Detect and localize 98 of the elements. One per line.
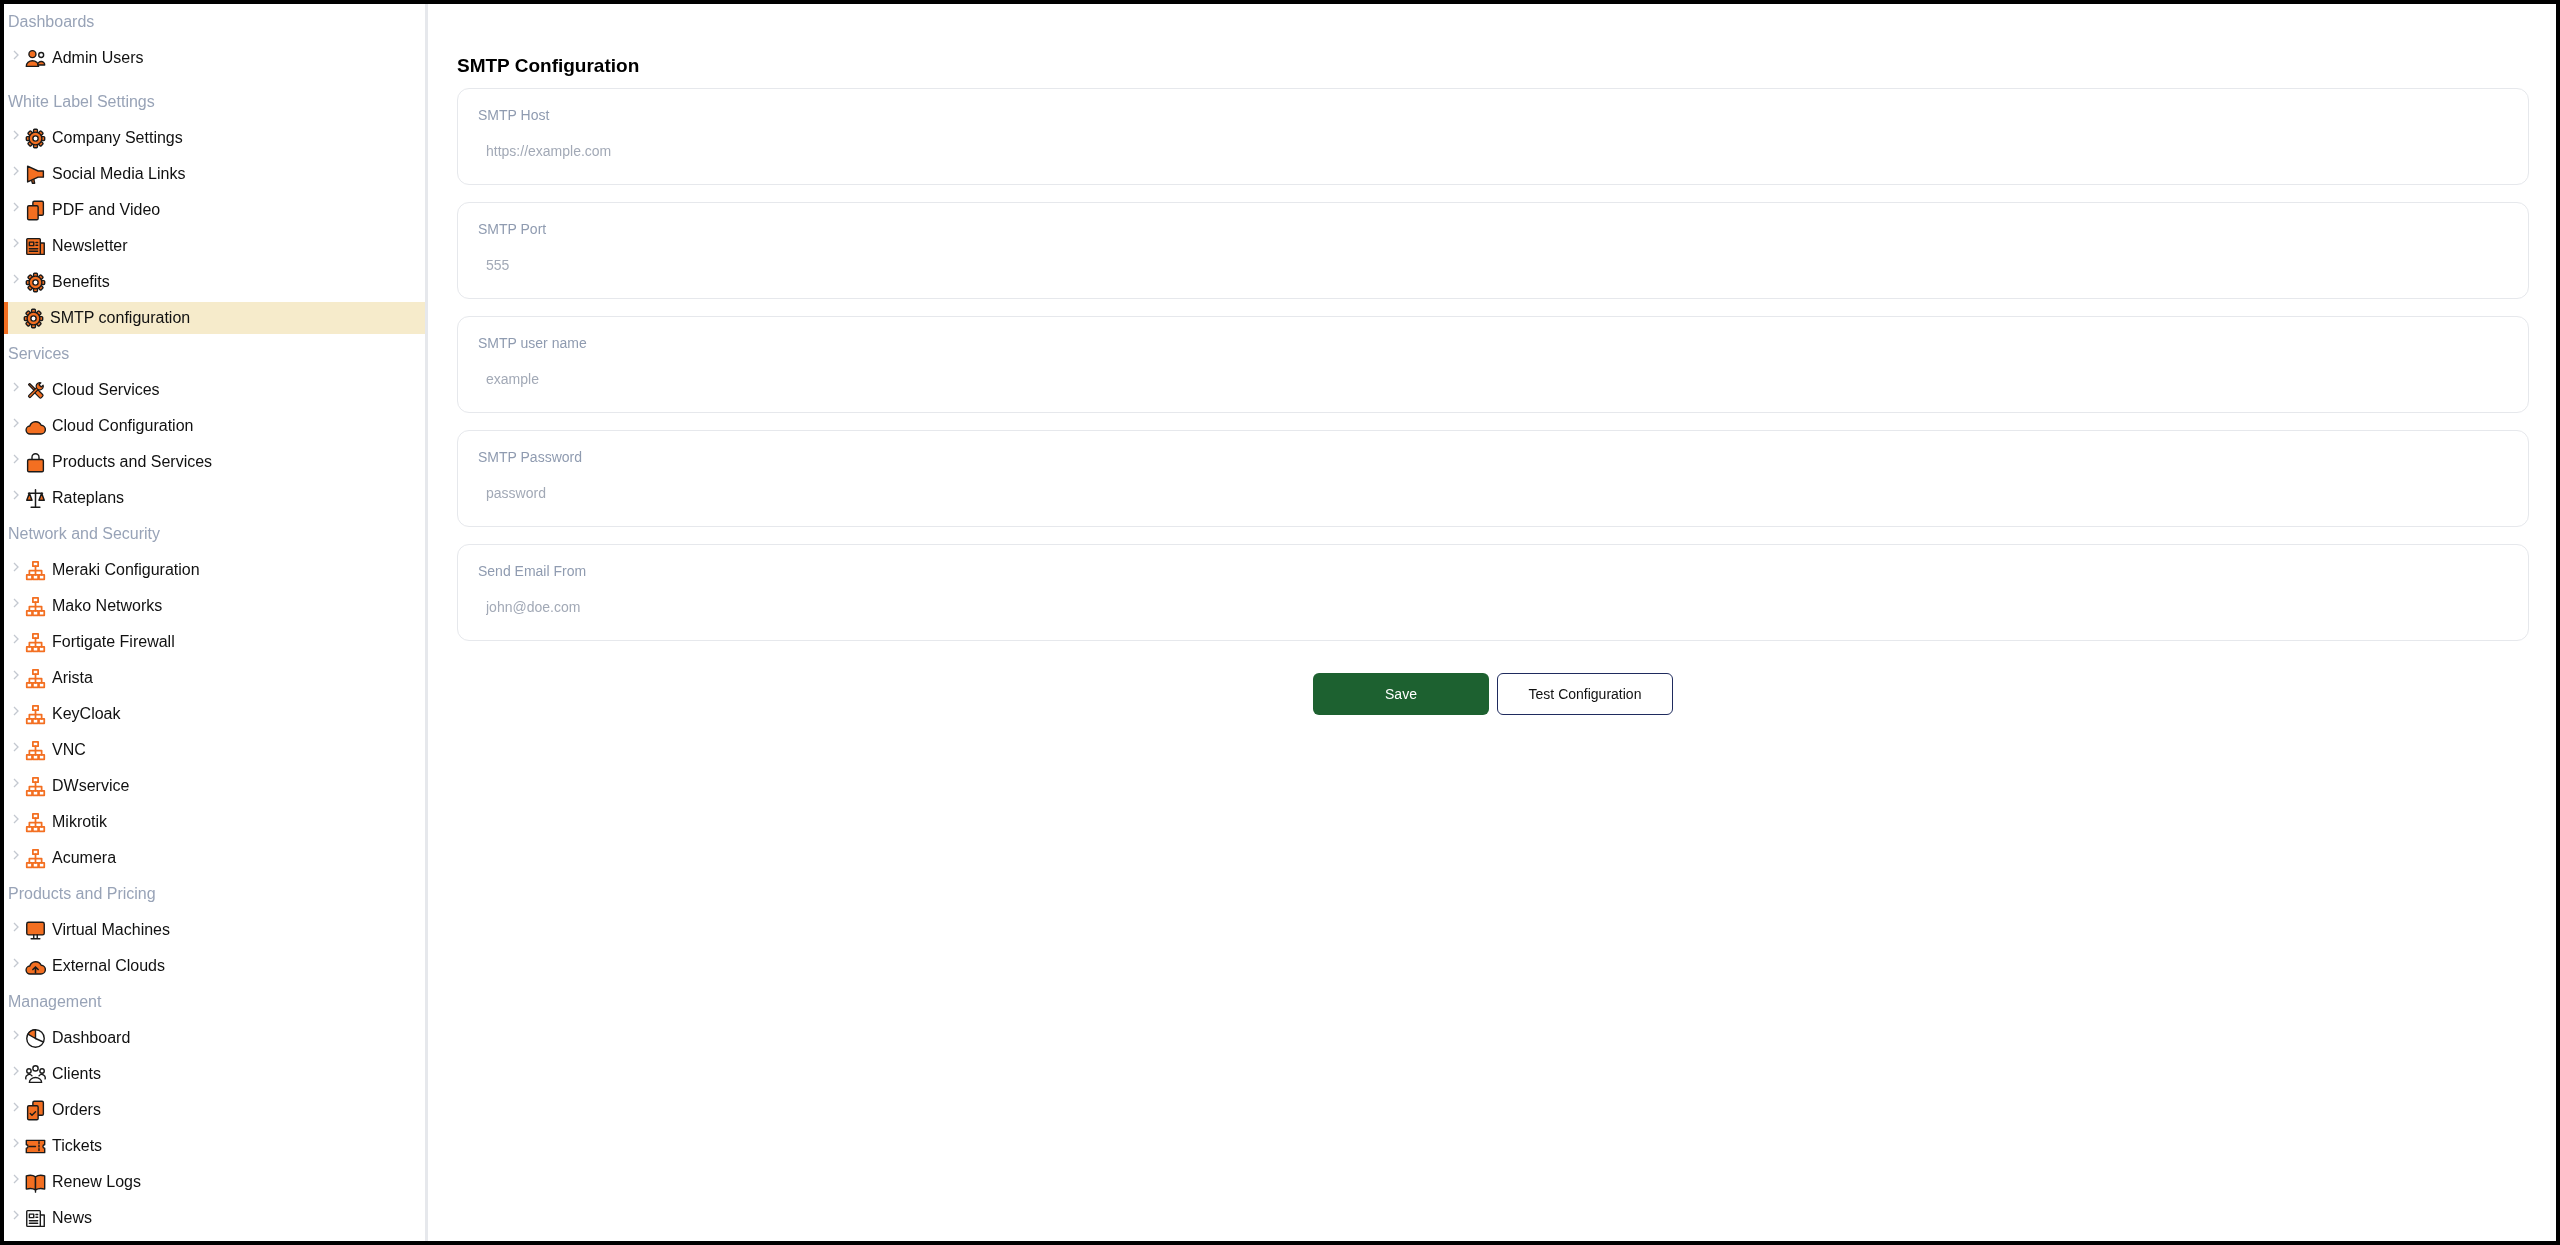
network-icon (25, 703, 46, 725)
gear-icon (23, 307, 44, 329)
field-label: SMTP Password (478, 448, 582, 466)
field-label: SMTP user name (478, 334, 587, 352)
chevron-icon (13, 1174, 19, 1184)
test-button[interactable]: Test Configuration (1497, 673, 1673, 715)
chevron-icon (13, 418, 19, 428)
page-title: SMTP Configuration (457, 54, 640, 78)
chevron-icon (13, 1066, 19, 1076)
sidebar-item[interactable]: Company Settings (4, 122, 425, 154)
network-icon (25, 631, 46, 653)
chevron-icon (13, 562, 19, 572)
network-icon (25, 775, 46, 797)
sidebar-item[interactable]: VNC (4, 734, 425, 766)
sidebar-item[interactable]: External Clouds (4, 950, 425, 982)
chevron-icon (13, 778, 19, 788)
chevron-icon (13, 1102, 19, 1112)
sidebar-item[interactable]: Mako Networks (4, 590, 425, 622)
megaphone-icon (25, 163, 46, 185)
sidebar-item[interactable]: KeyCloak (4, 698, 425, 730)
sidebar-section-title: Products and Pricing (7, 884, 157, 904)
sidebar-item[interactable]: DWservice (4, 770, 425, 802)
chevron-icon (13, 490, 19, 500)
shopping-bag-icon (25, 451, 46, 473)
chevron-icon (13, 454, 19, 464)
sidebar-item[interactable]: Cloud Services (4, 374, 425, 406)
pie-chart-icon (25, 1027, 46, 1049)
chevron-icon (13, 202, 19, 212)
chevron-icon (13, 922, 19, 932)
sidebar-item[interactable]: Admin Users (4, 42, 425, 74)
documents-icon (25, 199, 46, 221)
chevron-icon (13, 50, 19, 60)
field-label: SMTP Host (478, 106, 550, 124)
sidebar-section-title: Network and Security (7, 524, 162, 544)
network-icon (25, 811, 46, 833)
sidebar-item[interactable]: Products and Services (4, 446, 425, 478)
chevron-icon (13, 274, 19, 284)
gear-icon (25, 127, 46, 149)
field-label: Send Email From (478, 562, 587, 580)
gear-icon (25, 271, 46, 293)
chevron-icon (13, 598, 19, 608)
save-button[interactable]: Save (1313, 673, 1489, 715)
network-icon (25, 559, 46, 581)
sidebar-item[interactable]: Rateplans (4, 482, 425, 514)
sidebar-item[interactable]: Mikrotik (4, 806, 425, 838)
chevron-icon (13, 742, 19, 752)
network-icon (25, 667, 46, 689)
sidebar-item[interactable]: Clients (4, 1058, 425, 1090)
monitor-icon (25, 919, 46, 941)
input-field[interactable]: 555 (478, 251, 2508, 279)
input-field[interactable]: https://example.com (478, 137, 2508, 165)
sidebar-item[interactable]: Tickets (4, 1130, 425, 1162)
chevron-icon (13, 670, 19, 680)
sidebar-item[interactable]: PDF and Video (4, 194, 425, 226)
sidebar-item[interactable]: Virtual Machines (4, 914, 425, 946)
sidebar-item[interactable]: Benefits (4, 266, 425, 298)
clipboard-check-icon (25, 1099, 46, 1121)
scales-icon (25, 487, 46, 509)
input-field[interactable]: password (478, 479, 2508, 507)
chevron-icon (13, 1138, 19, 1148)
sidebar-item[interactable]: Cloud Configuration (4, 410, 425, 442)
sidebar-item[interactable]: Acumera (4, 842, 425, 874)
sidebar-item[interactable]: Dashboard (4, 1022, 425, 1054)
sidebar-item[interactable]: Meraki Configuration (4, 554, 425, 586)
newspaper-icon (25, 1207, 46, 1229)
sidebar-section-title: White Label Settings (7, 92, 156, 112)
sidebar-item[interactable]: Arista (4, 662, 425, 694)
chevron-icon (13, 634, 19, 644)
input-field[interactable]: john@doe.com (478, 593, 2508, 621)
input-field[interactable]: example (478, 365, 2508, 393)
people-icon (25, 1063, 46, 1085)
sidebar-item[interactable]: Newsletter (4, 230, 425, 262)
chevron-icon (13, 814, 19, 824)
network-icon (25, 739, 46, 761)
chevron-icon (13, 238, 19, 248)
chevron-icon (13, 382, 19, 392)
sidebar-item[interactable]: Social Media Links (4, 158, 425, 190)
sidebar-item[interactable]: Fortigate Firewall (4, 626, 425, 658)
sidebar-section-title: Services (7, 344, 71, 364)
chevron-icon (13, 706, 19, 716)
newspaper-icon (25, 235, 46, 257)
chevron-icon (13, 130, 19, 140)
chevron-icon (13, 1210, 19, 1220)
tools-icon (25, 379, 46, 401)
field-label: SMTP Port (478, 220, 547, 238)
users-icon (25, 47, 46, 69)
sidebar-item[interactable]: SMTP configuration (4, 302, 425, 334)
sidebar-section-title: Dashboards (7, 12, 96, 32)
chevron-icon (13, 166, 19, 176)
chevron-icon (13, 850, 19, 860)
sidebar-section-title: Management (7, 992, 103, 1012)
network-icon (25, 847, 46, 869)
network-icon (25, 595, 46, 617)
chevron-icon (13, 958, 19, 968)
sidebar-item[interactable]: Orders (4, 1094, 425, 1126)
sidebar-item[interactable]: News (4, 1202, 425, 1234)
chevron-icon (13, 1030, 19, 1040)
sidebar-item[interactable]: Renew Logs (4, 1166, 425, 1198)
